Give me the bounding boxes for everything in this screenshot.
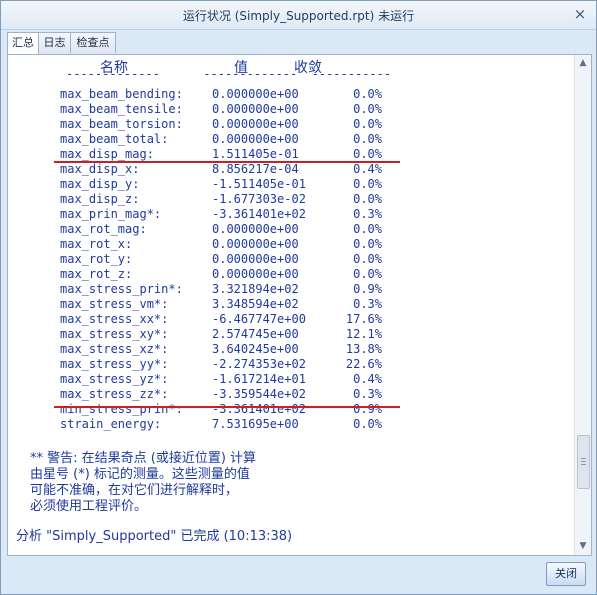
tab-checkpoints[interactable]: 检查点 <box>70 32 116 53</box>
row-value: -1.677303e-02 <box>212 192 306 206</box>
row-name: max_rot_x: <box>60 237 133 251</box>
row-value: 0.000000e+00 <box>212 87 299 101</box>
row-value: 0.000000e+00 <box>212 252 299 266</box>
row-name: max_rot_y: <box>60 252 133 266</box>
warning-line-3: 可能不准确，在对它们进行解释时， <box>30 483 239 498</box>
row-convergence: 0.4% <box>353 162 382 176</box>
scroll-down-icon[interactable]: ▼ <box>576 539 590 554</box>
row-convergence: 0.0% <box>353 417 382 431</box>
row-name: min_stress_prin*: <box>60 402 183 416</box>
row-convergence: 17.6% <box>345 312 382 326</box>
row-value: 0.000000e+00 <box>212 267 299 281</box>
row-value: -3.359544e+02 <box>212 387 306 401</box>
title-bar: 运行状况 (Simply_Supported.rpt) 未运行 × <box>1 1 596 30</box>
row-convergence: 0.3% <box>353 297 382 311</box>
vertical-scrollbar[interactable]: ▲ ▼ <box>574 55 591 555</box>
close-button[interactable]: 关闭 <box>546 562 586 586</box>
row-convergence: 0.0% <box>353 117 382 131</box>
row-name: max_disp_mag: <box>60 147 154 161</box>
row-name: max_disp_y: <box>60 177 140 191</box>
warning-line-4: 必须使用工程评价。 <box>30 499 148 514</box>
row-convergence: 0.0% <box>353 252 382 266</box>
tab-log[interactable]: 日志 <box>38 32 71 53</box>
row-value: 8.856217e-04 <box>212 162 299 176</box>
row-value: -3.361401e+02 <box>212 402 306 416</box>
row-name: max_stress_xz*: <box>60 342 169 356</box>
window-title: 运行状况 (Simply_Supported.rpt) 未运行 <box>182 9 415 23</box>
row-convergence: 0.9% <box>353 282 382 296</box>
warning-line-2: 由星号 (*) 标记的测量。这些测量的值 <box>30 467 250 482</box>
row-convergence: 0.0% <box>353 87 382 101</box>
row-name: max_disp_x: <box>60 162 140 176</box>
row-name: max_disp_z: <box>60 192 140 206</box>
row-value: -6.467747e+00 <box>212 312 306 326</box>
summary-panel: 名称 值 收敛 ------------- ------------- ----… <box>7 54 592 556</box>
row-convergence: 0.0% <box>353 102 382 116</box>
warning-line-1: ** 警告: 在结果奇点 (或接近位置) 计算 <box>30 451 257 466</box>
row-name: max_beam_torsion: <box>60 117 183 131</box>
row-value: 0.000000e+00 <box>212 102 299 116</box>
row-convergence: 0.0% <box>353 267 382 281</box>
window-close-icon[interactable]: × <box>570 4 590 24</box>
row-convergence: 12.1% <box>345 327 382 341</box>
row-convergence: 0.0% <box>353 192 382 206</box>
row-value: -3.361401e+02 <box>212 207 306 221</box>
row-value: 3.348594e+02 <box>212 297 299 311</box>
row-value: 0.000000e+00 <box>212 237 299 251</box>
row-convergence: 0.3% <box>353 207 382 221</box>
row-name: max_rot_mag: <box>60 222 147 236</box>
row-convergence: 0.0% <box>353 147 382 161</box>
row-value: 3.640245e+00 <box>212 342 299 356</box>
row-name: max_stress_xy*: <box>60 327 169 341</box>
row-value: 1.511405e-01 <box>212 147 299 161</box>
row-value: 0.000000e+00 <box>212 117 299 131</box>
grip-icon <box>581 461 586 462</box>
row-name: max_beam_tensile: <box>60 102 183 116</box>
row-convergence: 0.3% <box>353 387 382 401</box>
row-name: strain_energy: <box>60 417 162 431</box>
row-convergence: 0.0% <box>353 237 382 251</box>
highlight-underline-stress-zz <box>54 406 400 408</box>
report-text-area: 名称 值 收敛 ------------- ------------- ----… <box>8 55 575 555</box>
row-convergence: 0.4% <box>353 372 382 386</box>
scroll-up-icon[interactable]: ▲ <box>576 56 590 71</box>
warning-note: ** 警告: 在结果奇点 (或接近位置) 计算 由星号 (*) 标记的测量。这些测… <box>30 451 256 515</box>
row-name: max_stress_yz*: <box>60 372 169 386</box>
row-convergence: 22.6% <box>345 357 382 371</box>
grip-icon <box>581 464 586 465</box>
row-value: 0.000000e+00 <box>212 222 299 236</box>
row-value: 2.574745e+00 <box>212 327 299 341</box>
row-name: max_rot_z: <box>60 267 133 281</box>
row-value: -2.274353e+02 <box>212 357 306 371</box>
row-name: max_stress_prin*: <box>60 282 183 296</box>
row-name: max_beam_bending: <box>60 87 183 101</box>
analysis-status: 分析 "Simply_Supported" 已完成 (10:13:38) <box>16 529 293 544</box>
row-convergence: 0.9% <box>353 402 382 416</box>
header-separator: ------------- ------------- ----------- <box>66 67 392 81</box>
row-name: max_stress_yy*: <box>60 357 169 371</box>
row-value: 7.531695e+00 <box>212 417 299 431</box>
tab-summary[interactable]: 汇总 <box>7 32 39 55</box>
row-convergence: 0.0% <box>353 177 382 191</box>
row-name: max_stress_zz*: <box>60 387 169 401</box>
row-convergence: 0.0% <box>353 222 382 236</box>
row-name: max_beam_total: <box>60 132 169 146</box>
scroll-thumb[interactable] <box>577 435 590 489</box>
row-convergence: 13.8% <box>345 342 382 356</box>
row-name: max_stress_xx*: <box>60 312 169 326</box>
row-value: -1.617214e+01 <box>212 372 306 386</box>
row-convergence: 0.0% <box>353 132 382 146</box>
row-name: max_prin_mag*: <box>60 207 162 221</box>
row-value: -1.511405e-01 <box>212 177 306 191</box>
row-value: 0.000000e+00 <box>212 132 299 146</box>
highlight-underline-disp-mag <box>54 161 400 163</box>
grip-icon <box>581 458 586 459</box>
row-value: 3.321894e+02 <box>212 282 299 296</box>
row-name: max_stress_vm*: <box>60 297 169 311</box>
run-status-window: 运行状况 (Simply_Supported.rpt) 未运行 × 汇总 日志 … <box>0 0 597 595</box>
